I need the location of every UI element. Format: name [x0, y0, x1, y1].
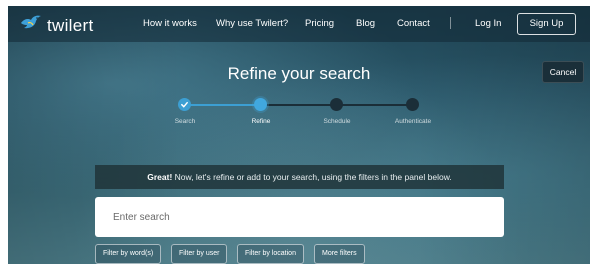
cancel-button[interactable]: Cancel [542, 61, 584, 83]
filter-by-words-button[interactable]: Filter by word(s) [95, 244, 162, 264]
more-filters-button[interactable]: More filters [314, 244, 365, 264]
instruction-banner: Great! Now, let's refine or add to your … [95, 165, 504, 189]
step-schedule-label: Schedule [323, 118, 351, 125]
step-connector-2 [261, 104, 337, 106]
filter-by-user-button[interactable]: Filter by user [171, 244, 228, 264]
nav-contact[interactable]: Contact [397, 18, 430, 29]
step-connector-3 [337, 104, 413, 106]
banner-emphasis: Great! [147, 172, 173, 182]
nav-log-in[interactable]: Log In [475, 18, 501, 29]
check-icon [181, 101, 188, 108]
brand-name: twilert [47, 15, 94, 35]
nav-why-use-twilert[interactable]: Why use Twilert? [216, 18, 288, 29]
app-frame: twilert How it works Why use Twilert? Pr… [8, 6, 590, 264]
search-input[interactable] [95, 197, 504, 237]
bird-icon [20, 14, 42, 37]
step-search-label: Search [174, 118, 196, 125]
progress-stepper: Search Refine Schedule Authenticate [8, 98, 590, 128]
nav-pricing[interactable]: Pricing [305, 18, 334, 29]
sign-up-button[interactable]: Sign Up [517, 13, 576, 35]
step-refine-dot[interactable] [254, 98, 267, 111]
step-refine-label: Refine [251, 118, 271, 125]
nav-how-it-works[interactable]: How it works [143, 18, 197, 29]
step-search-dot[interactable] [178, 98, 191, 111]
top-navbar: twilert How it works Why use Twilert? Pr… [8, 6, 590, 42]
step-schedule-dot [330, 98, 343, 111]
page-title: Refine your search [227, 64, 371, 83]
nav-divider [450, 17, 451, 29]
banner-message: Now, let's refine or add to your search,… [172, 172, 452, 182]
step-connector-1 [185, 104, 261, 106]
nav-blog[interactable]: Blog [356, 18, 375, 29]
step-authenticate-label: Authenticate [394, 118, 432, 125]
step-authenticate-dot [406, 98, 419, 111]
filter-by-location-button[interactable]: Filter by location [237, 244, 304, 264]
brand-logo[interactable]: twilert [20, 14, 94, 37]
